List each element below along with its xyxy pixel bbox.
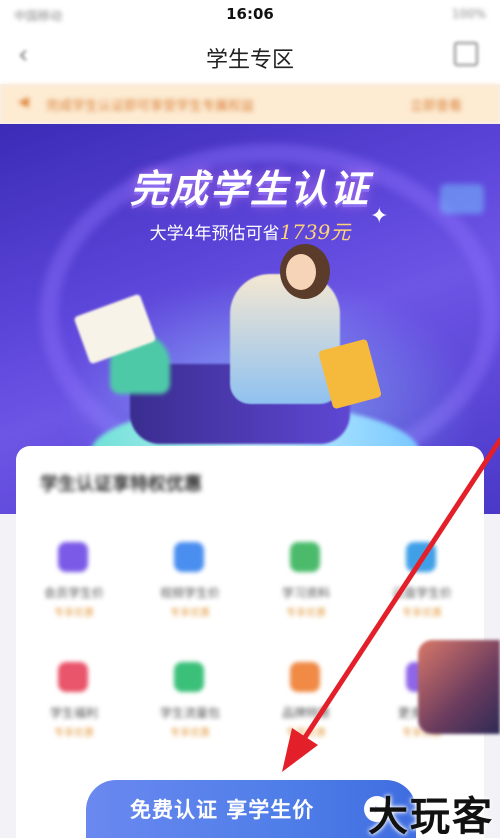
notice-link[interactable]: 立即查看 — [410, 95, 462, 114]
benefit-icon — [174, 542, 204, 572]
benefit-label: 云盘学生价 — [391, 586, 452, 600]
speaker-icon: ◀ — [18, 94, 29, 110]
benefit-sub: 专享优惠 — [170, 728, 210, 739]
hero-title: 完成学生认证 — [129, 167, 370, 211]
benefit-item[interactable]: 会员学生价 专享优惠 — [24, 542, 124, 652]
notice-text: 完成学生认证即可享受学生专属权益 — [46, 99, 255, 114]
benefit-label: 学生流量包 — [159, 706, 220, 720]
free-verify-button[interactable]: 免费认证 享学生价 › — [86, 780, 416, 838]
benefit-item[interactable]: 云盘学生价 专享优惠 — [372, 542, 472, 652]
benefits-title: 学生认证享特权优惠 — [40, 474, 202, 495]
benefit-sub: 专享优惠 — [170, 608, 210, 619]
benefit-item[interactable]: 品牌特惠 专享优惠 — [256, 662, 356, 772]
benefit-item[interactable]: 学习资料 专享优惠 — [256, 542, 356, 652]
benefit-sub: 专享优惠 — [286, 608, 326, 619]
benefit-icon — [58, 662, 88, 692]
cta-label: 免费认证 享学生价 — [130, 798, 315, 822]
benefit-item[interactable]: 学生流量包 专享优惠 — [140, 662, 240, 772]
benefit-sub: 专享优惠 — [286, 728, 326, 739]
hero-subtitle: 大学4年预估可省1739元 — [0, 216, 500, 245]
status-time: 16:06 — [226, 5, 274, 23]
battery-label: 100% — [451, 7, 486, 21]
share-icon[interactable] — [454, 42, 478, 66]
benefit-icon — [290, 542, 320, 572]
notice-banner[interactable]: ◀ 完成学生认证即可享受学生专属权益 立即查看 — [0, 84, 500, 124]
benefit-icon — [58, 542, 88, 572]
benefit-sub: 专享优惠 — [54, 608, 94, 619]
benefit-icon — [174, 662, 204, 692]
benefit-icon — [406, 542, 436, 572]
benefit-label: 品牌特惠 — [281, 706, 330, 720]
benefit-item[interactable]: 学生福利 专享优惠 — [24, 662, 124, 772]
status-bar: 中国移动 16:06 100% — [0, 0, 500, 28]
benefit-label: 视频学生价 — [159, 586, 220, 600]
sparkle-icon: ✦ — [370, 204, 389, 229]
hero-subtitle-prefix: 大学4年预估可省 — [149, 224, 280, 244]
watermark-logo: 大玩客 — [368, 793, 494, 838]
page-title: 学生专区 — [205, 48, 294, 73]
benefit-label: 学生福利 — [49, 706, 98, 720]
benefit-label: 会员学生价 — [43, 586, 104, 600]
benefit-label: 学习资料 — [281, 586, 330, 600]
floating-thumbnail[interactable] — [418, 640, 500, 734]
nav-bar: ‹ 学生专区 — [0, 28, 500, 84]
benefit-item[interactable]: 视频学生价 专享优惠 — [140, 542, 240, 652]
benefit-sub: 专享优惠 — [54, 728, 94, 739]
benefit-icon — [290, 662, 320, 692]
benefit-sub: 专享优惠 — [402, 608, 442, 619]
savings-amount: 1739元 — [279, 220, 351, 244]
